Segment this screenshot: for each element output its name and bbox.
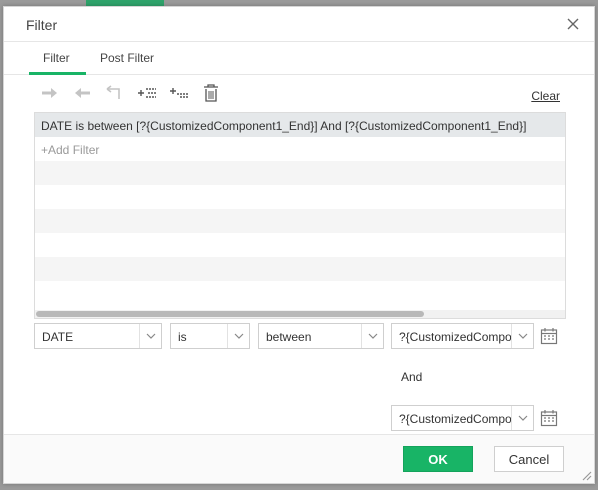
resize-grip-icon[interactable] (580, 469, 592, 481)
add-group-icon[interactable] (169, 83, 189, 103)
empty-row (35, 209, 565, 233)
filter-row-text: DATE is between [?{CustomizedComponent1_… (41, 119, 527, 133)
tab-post-filter[interactable]: Post Filter (100, 51, 154, 65)
calendar-icon[interactable] (540, 409, 558, 427)
empty-row (35, 281, 565, 305)
add-filter-row: +Add Filter (35, 137, 565, 161)
trash-icon[interactable] (201, 83, 221, 103)
chevron-down-icon (139, 324, 161, 348)
value-to-select[interactable]: ?{CustomizedComponent1_End} (391, 405, 534, 431)
add-filter-link[interactable]: +Add Filter (41, 143, 99, 157)
comparison-select-value: between (266, 330, 312, 344)
field-select[interactable]: DATE (34, 323, 162, 349)
dialog-title: Filter (26, 17, 58, 33)
chevron-down-icon (511, 324, 533, 348)
horizontal-scrollbar[interactable] (35, 310, 565, 318)
scrollbar-thumb[interactable] (36, 311, 424, 317)
filter-dialog: Filter Filter Post Filter Clear DATE is … (3, 6, 595, 484)
cancel-button[interactable]: Cancel (494, 446, 564, 472)
filter-toolbar: Clear (34, 83, 574, 103)
return-icon[interactable] (104, 83, 124, 103)
dialog-header: Filter (4, 7, 594, 42)
empty-row (35, 161, 565, 185)
add-condition-icon[interactable] (137, 83, 157, 103)
tab-bar: Filter Post Filter (4, 43, 594, 75)
active-tab-indicator (29, 72, 86, 75)
field-select-value: DATE (42, 330, 74, 344)
and-label: And (401, 370, 423, 384)
value-from-text: ?{CustomizedComponent1_End} (399, 330, 511, 344)
tab-filter[interactable]: Filter (43, 51, 70, 65)
operator-select-value: is (178, 330, 187, 344)
filter-list: DATE is between [?{CustomizedComponent1_… (34, 112, 566, 319)
comparison-select[interactable]: between (258, 323, 384, 349)
ok-button[interactable]: OK (403, 446, 473, 472)
arrow-left-icon[interactable] (72, 83, 92, 103)
value-to-text: ?{CustomizedComponent1_End} (399, 412, 511, 426)
chevron-down-icon (511, 406, 533, 430)
arrow-right-icon[interactable] (40, 83, 60, 103)
empty-row (35, 185, 565, 209)
empty-row (35, 233, 565, 257)
value-from-select[interactable]: ?{CustomizedComponent1_End} (391, 323, 534, 349)
calendar-icon[interactable] (540, 327, 558, 345)
filter-row[interactable]: DATE is between [?{CustomizedComponent1_… (35, 113, 565, 137)
clear-link[interactable]: Clear (531, 89, 560, 103)
operator-select[interactable]: is (170, 323, 250, 349)
empty-row (35, 257, 565, 281)
chevron-down-icon (361, 324, 383, 348)
close-icon[interactable] (564, 15, 582, 33)
chevron-down-icon (227, 324, 249, 348)
dialog-footer: OK Cancel (4, 434, 594, 483)
